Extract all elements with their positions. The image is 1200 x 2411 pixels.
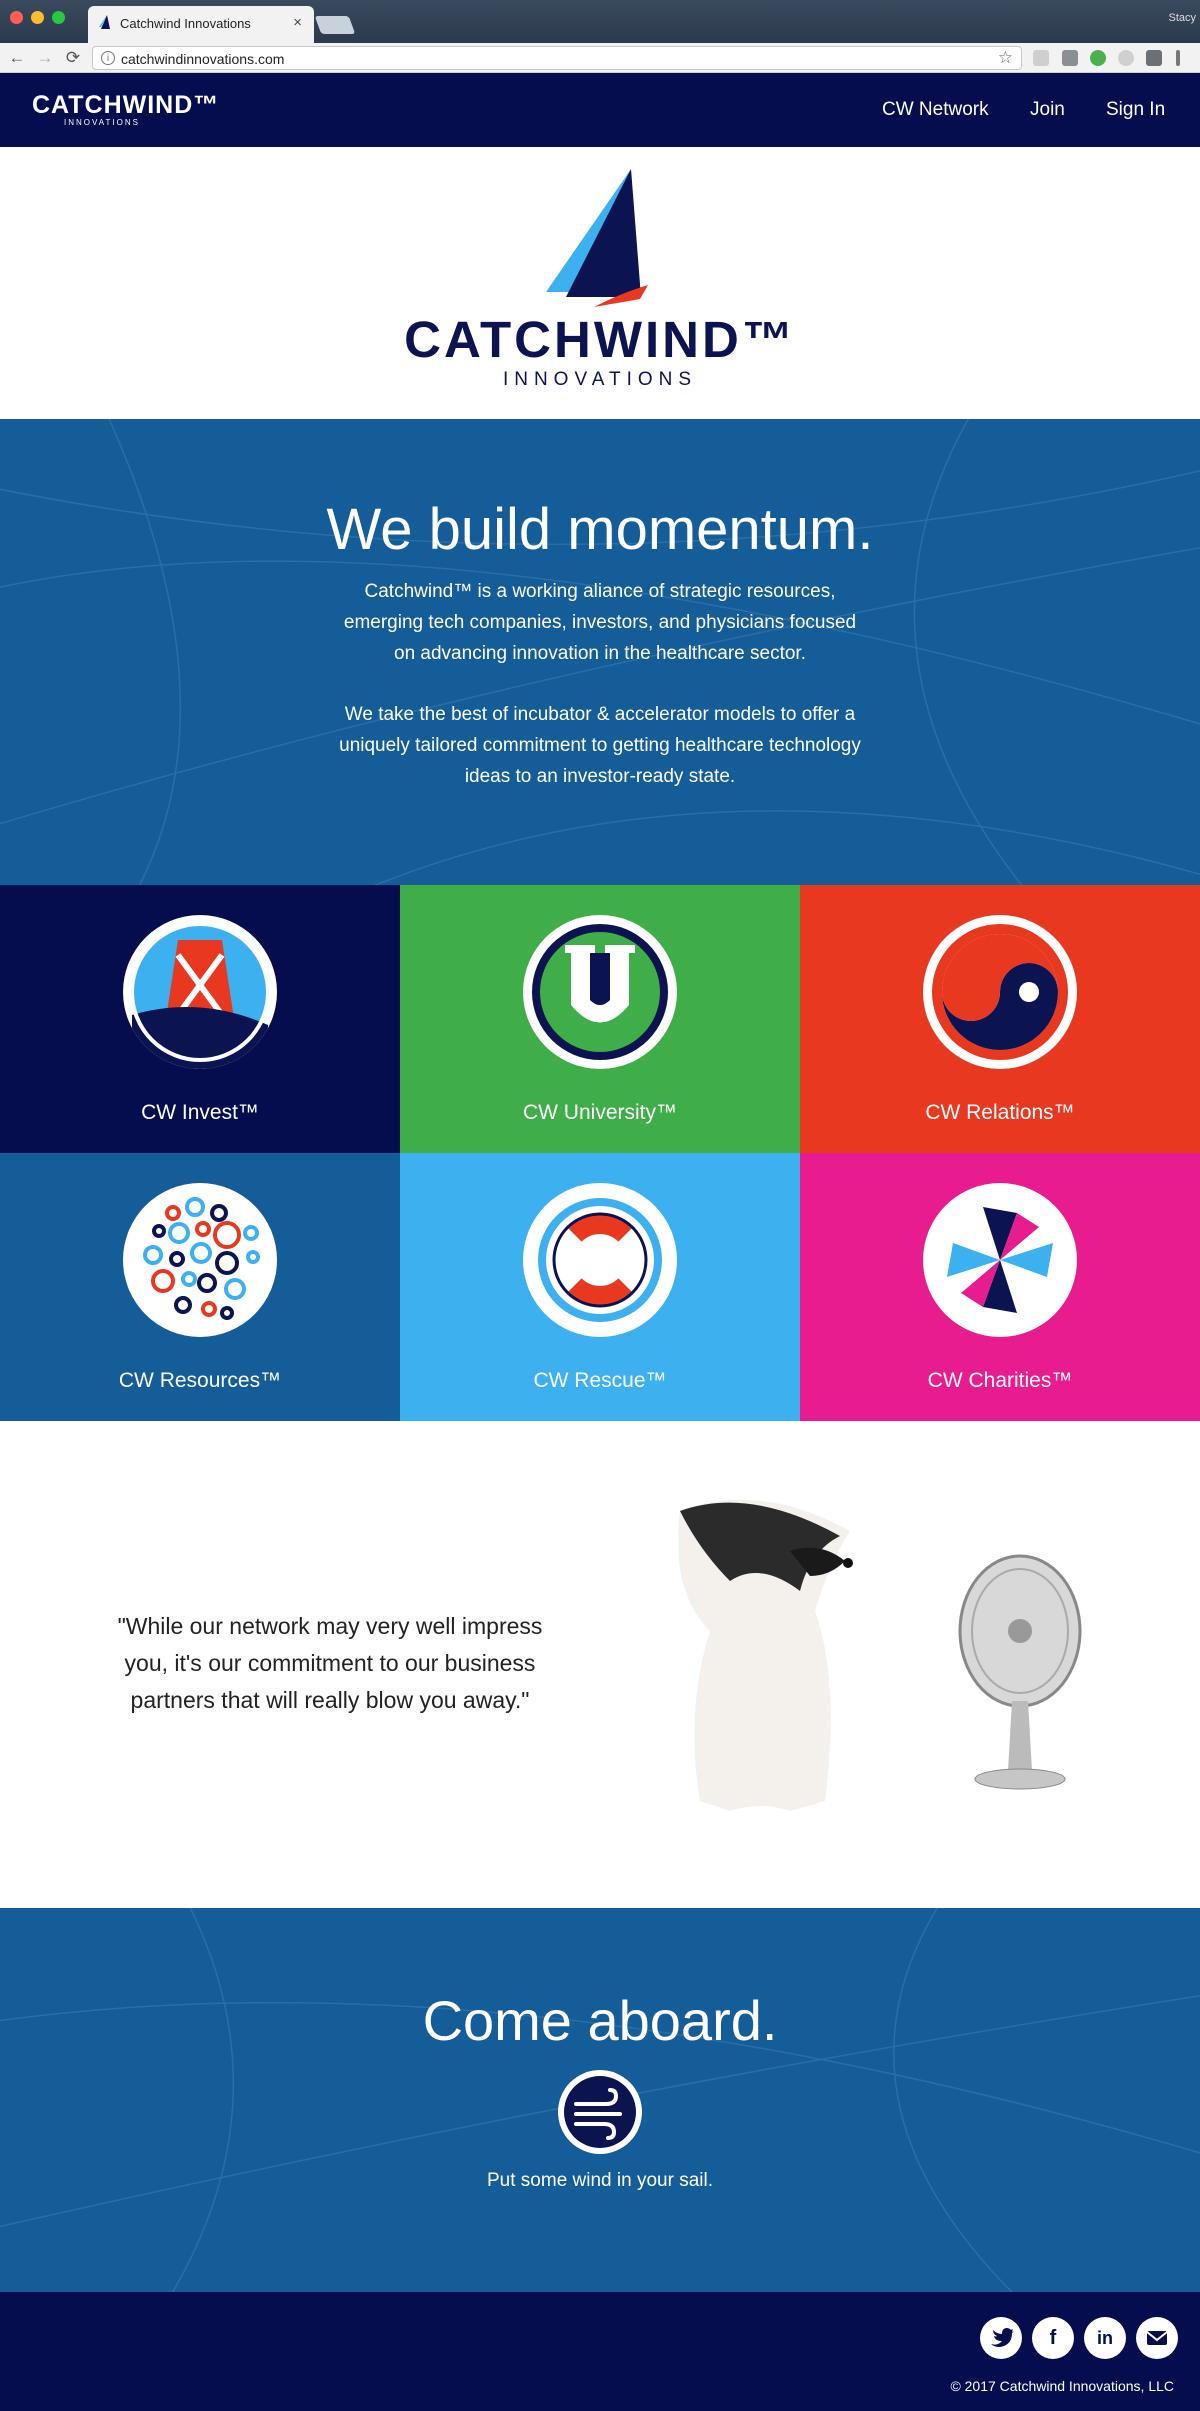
tile-cw-charities[interactable]: CW Charities™ <box>800 1153 1200 1421</box>
extension-badge-icon[interactable] <box>1090 50 1106 66</box>
tab-title: Catchwind Innovations <box>120 16 251 31</box>
info-icon[interactable]: i <box>101 51 115 65</box>
brand-section: CATCHWIND™ INNOVATIONS <box>0 147 1200 419</box>
site-header: CATCHWIND™ INNOVATIONS CW Network Join S… <box>0 73 1200 147</box>
pinwheel-icon <box>923 1183 1077 1337</box>
hero-text-line: on advancing innovation in the healthcar… <box>394 643 806 664</box>
linkedin-icon[interactable]: in <box>1084 2317 1126 2359</box>
hero-text-line: uniquely tailored commitment to getting … <box>339 735 861 756</box>
quote-line: you, it's our commitment to our business <box>124 1650 536 1676</box>
browser-tab[interactable]: Catchwind Innovations × <box>88 6 314 43</box>
brand-subtitle: INNOVATIONS <box>502 369 698 390</box>
back-icon[interactable]: ← <box>8 48 26 68</box>
browser-toolbar: ← → ⟳ i catchwindinnovations.com ☆ <box>0 43 1200 73</box>
hero-title: We build momentum. <box>326 497 874 562</box>
hero-text-line: ideas to an investor-ready state. <box>464 766 736 787</box>
tile-cw-rescue[interactable]: CW Rescue™ <box>400 1153 800 1421</box>
nav-cw-network[interactable]: CW Network <box>882 99 989 121</box>
camera-extension-icon[interactable] <box>1062 50 1078 66</box>
come-aboard-title: Come aboard. <box>422 1989 778 2052</box>
tile-label: CW Resources™ <box>118 1369 282 1392</box>
quote-section: "While our network may very well impress… <box>0 1421 1200 1908</box>
header-logo[interactable]: CATCHWIND™ INNOVATIONS <box>32 93 219 128</box>
hero-section: We build momentum. Catchwind™ is a worki… <box>0 419 1200 885</box>
tile-cw-university[interactable]: CW University™ <box>400 885 800 1153</box>
nav-join[interactable]: Join <box>1030 99 1065 121</box>
window-minimize-button[interactable] <box>31 11 44 24</box>
come-aboard-subtitle: Put some wind in your sail. <box>487 2170 713 2191</box>
tile-label: CW Invest™ <box>141 1101 259 1124</box>
extension-icon[interactable] <box>1118 50 1134 66</box>
tile-cw-relations[interactable]: CW Relations™ <box>800 885 1200 1153</box>
quote-line: partners that will really blow you away.… <box>130 1687 530 1713</box>
tile-label: CW Relations™ <box>925 1101 1075 1124</box>
tile-cw-invest[interactable]: CW Invest™ <box>0 885 400 1153</box>
sailboat-logo-icon <box>546 169 648 307</box>
extension-icon[interactable] <box>1033 50 1049 66</box>
brand-name: CATCHWIND™ <box>404 311 796 368</box>
life-ring-icon <box>523 1183 677 1337</box>
footer: f in © 2017 Catchwind Innovations, LLC <box>0 2292 1200 2411</box>
dog-and-fan-image <box>678 1499 1082 1811</box>
quote-line: "While our network may very well impress <box>117 1613 543 1639</box>
hero-text-line: Catchwind™ is a working aliance of strat… <box>364 581 836 602</box>
twitter-icon[interactable] <box>980 2317 1022 2359</box>
university-icon <box>523 915 677 1069</box>
window-close-button[interactable] <box>10 11 23 24</box>
shield-extension-icon[interactable] <box>1146 50 1162 66</box>
hero-text-line: emerging tech companies, investors, and … <box>343 612 857 633</box>
copyright-text: © 2017 Catchwind Innovations, LLC <box>950 2378 1174 2394</box>
hero-text-line: We take the best of incubator & accelera… <box>344 704 856 725</box>
url-text[interactable]: catchwindinnovations.com <box>121 51 284 67</box>
browser-tabbar: Catchwind Innovations × Stacy <box>0 0 1200 43</box>
tile-label: CW University™ <box>522 1101 677 1124</box>
profile-label[interactable]: Stacy <box>1168 12 1196 24</box>
header-logo-text: CATCHWIND™ <box>32 91 220 119</box>
menu-icon[interactable] <box>1176 50 1180 66</box>
wind-icon[interactable] <box>558 2070 642 2154</box>
new-tab-button[interactable] <box>314 16 356 34</box>
tile-label: CW Charities™ <box>927 1369 1073 1392</box>
tile-cw-resources[interactable]: CW Resources™ <box>0 1153 400 1421</box>
quote-text: "While our network may very well impress… <box>80 1608 580 1719</box>
forward-icon[interactable]: → <box>36 48 54 68</box>
tile-label: CW Rescue™ <box>533 1369 667 1392</box>
relations-icon <box>923 915 1077 1069</box>
close-tab-icon[interactable]: × <box>293 14 302 31</box>
nav-sign-in[interactable]: Sign In <box>1106 99 1165 121</box>
email-icon[interactable] <box>1136 2317 1178 2359</box>
catchwind-favicon-icon <box>99 15 110 29</box>
come-aboard-section: Come aboard. Put some wind in your sail. <box>0 1908 1200 2292</box>
address-bar[interactable]: i catchwindinnovations.com ☆ <box>92 46 1022 70</box>
invest-icon <box>123 915 277 1069</box>
header-logo-subtext: INNOVATIONS <box>64 118 140 127</box>
window-maximize-button[interactable] <box>52 11 65 24</box>
resources-icon <box>123 1183 277 1337</box>
facebook-icon[interactable]: f <box>1032 2317 1074 2359</box>
bookmark-star-icon[interactable]: ☆ <box>998 48 1013 68</box>
reload-icon[interactable]: ⟳ <box>64 48 82 68</box>
